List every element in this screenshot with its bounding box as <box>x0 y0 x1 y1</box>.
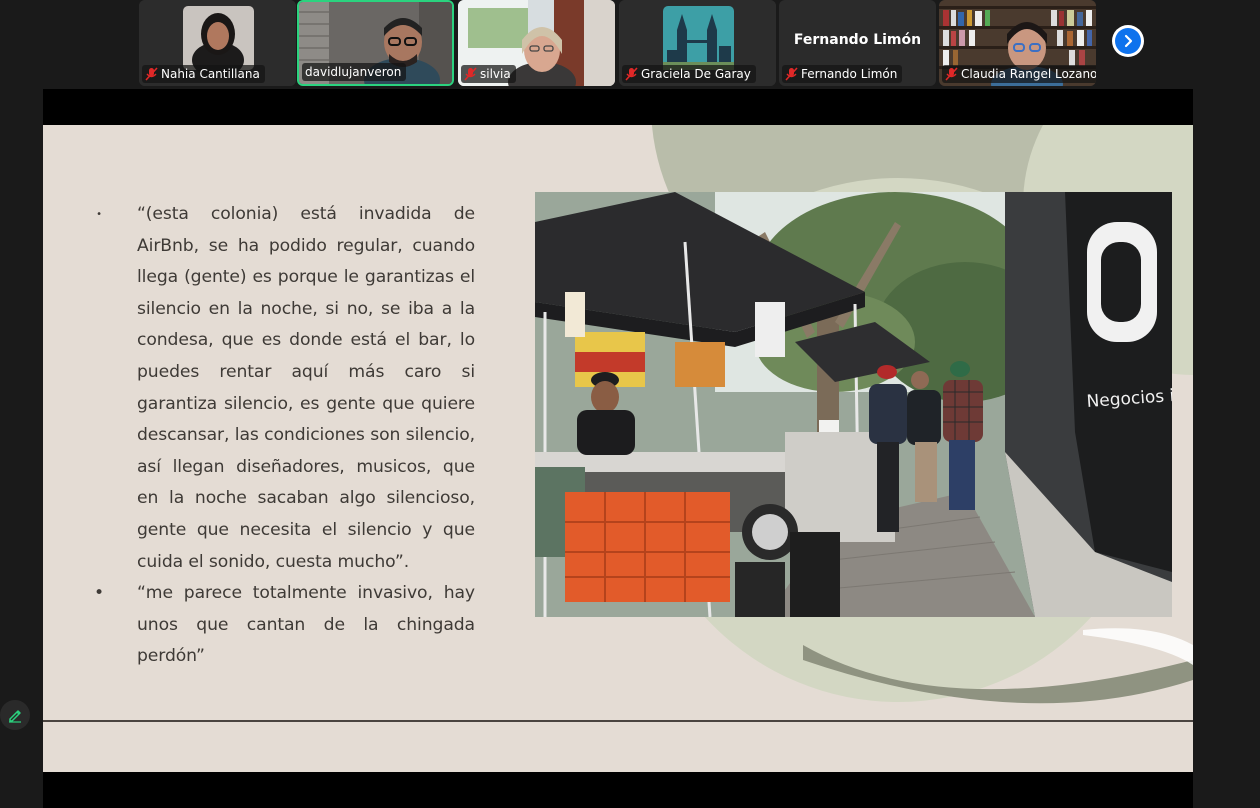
bullet-marker: • <box>96 209 102 220</box>
participant-name-label: silvia <box>461 65 516 83</box>
mic-muted-icon <box>785 67 798 81</box>
next-participants-button[interactable] <box>1112 25 1144 57</box>
mic-muted-icon <box>145 67 158 81</box>
meeting-window: Nahia Cantillana davidlujanveron silvia … <box>0 0 1260 808</box>
participant-strip: Nahia Cantillana davidlujanveron silvia … <box>0 0 1260 88</box>
pencil-icon <box>9 710 21 723</box>
mic-muted-icon <box>945 67 958 81</box>
mic-muted-icon <box>464 67 477 81</box>
chevron-right-icon <box>1124 34 1133 48</box>
slide-bullet-item: • “(esta colonia) está invadida de AirBn… <box>96 199 475 578</box>
mic-muted-icon <box>625 67 638 81</box>
slide-bullet-item: • “me parece totalmente invasivo, hay un… <box>94 578 475 673</box>
participant-name: silvia <box>480 67 511 81</box>
participant-name: Nahia Cantillana <box>161 67 260 81</box>
participant-name-label: Nahia Cantillana <box>142 65 265 83</box>
participant-name-label: davidlujanveron <box>302 63 407 81</box>
street-market-photo: Negocios inmob <box>535 192 1172 617</box>
participant-name-label: Graciela De Garay <box>622 65 756 83</box>
slide-photo-street-market: Negocios inmob <box>535 192 1172 617</box>
participant-name: davidlujanveron <box>305 65 402 79</box>
participant-tile[interactable]: Graciela De Garay <box>619 0 776 86</box>
shared-screen: • “(esta colonia) está invadida de AirBn… <box>43 89 1193 808</box>
slide-divider-line <box>43 720 1193 722</box>
bullet-marker: • <box>93 583 105 604</box>
participant-name: Claudia Rangel Lozano <box>961 67 1096 81</box>
participant-name: Graciela De Garay <box>641 67 751 81</box>
participant-name: Fernando Limón <box>801 67 898 81</box>
slide-bullet-list: • “(esta colonia) está invadida de AirBn… <box>94 199 475 673</box>
presentation-slide: • “(esta colonia) está invadida de AirBn… <box>43 125 1193 772</box>
participant-tile-active-speaker[interactable]: davidlujanveron <box>297 0 454 86</box>
slide-bullet-text: “me parece totalmente invasivo, hay unos… <box>137 583 475 667</box>
participant-tile[interactable]: Claudia Rangel Lozano <box>939 0 1096 86</box>
participant-name-label: Claudia Rangel Lozano <box>942 65 1096 83</box>
annotate-button[interactable] <box>0 700 30 730</box>
participant-display-name: Fernando Limón <box>793 32 922 48</box>
participant-tile-video-off[interactable]: Fernando Limón Fernando Limón <box>779 0 936 86</box>
participant-tile[interactable]: silvia <box>458 0 615 86</box>
slide-bullet-text: “(esta colonia) está invadida de AirBnb,… <box>137 204 475 572</box>
participant-name-label: Fernando Limón <box>782 65 903 83</box>
next-participants-button-inner <box>1115 28 1141 54</box>
participant-tile[interactable]: Nahia Cantillana <box>139 0 296 86</box>
